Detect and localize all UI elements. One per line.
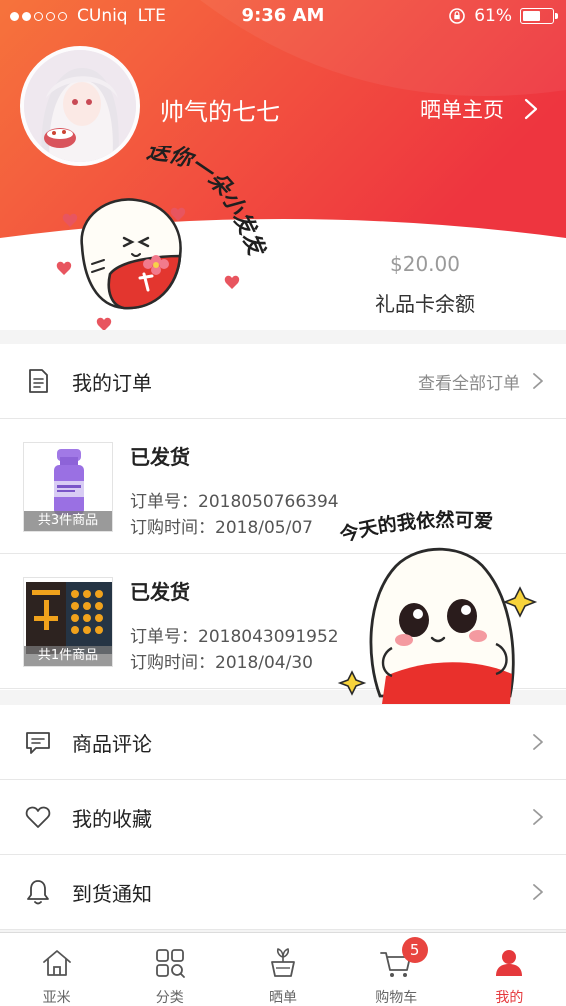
product-reviews-row[interactable]: 商品评论 [0, 705, 566, 780]
gift-sticker: 送你一朵小发发 [56, 146, 270, 330]
rotation-lock-icon [449, 8, 466, 24]
tab-showcase[interactable]: 晒单 [226, 933, 339, 1006]
my-orders-label: 我的订单 [72, 370, 152, 395]
tab-home-label: 亚米 [42, 990, 71, 1006]
my-orders-row[interactable]: 我的订单 查看全部订单 [0, 344, 566, 419]
tab-category-label: 分类 [155, 990, 184, 1006]
orders-section: 我的订单 查看全部订单 共3件商品 已发货 订单号：2018050766394 … [0, 344, 566, 690]
arrival-notice-row[interactable]: 到货通知 [0, 855, 566, 930]
showcase-home-link[interactable]: 晒单主页 [420, 94, 538, 124]
order-status: 已发货 [130, 445, 190, 469]
chevron-right-icon [533, 373, 543, 389]
order-product-thumbnail: 共3件商品 [23, 442, 113, 532]
showcase-icon [271, 948, 295, 977]
order-item-count: 共1件商品 [24, 646, 112, 666]
favorites-label: 我的收藏 [72, 806, 152, 831]
username[interactable]: 帅气的七七 [160, 92, 280, 127]
tab-mine[interactable]: 我的 [453, 933, 566, 1006]
tab-mine-label: 我的 [495, 990, 524, 1006]
chevron-right-icon [524, 98, 538, 120]
bottom-tab-bar: 亚米 分类 晒单 5 购物车 我的 [0, 932, 566, 1006]
chevron-right-icon [533, 884, 543, 900]
order-product-thumbnail: 共1件商品 [23, 577, 113, 667]
tab-cart-label: 购物车 [375, 990, 418, 1006]
arrival-notice-label: 到货通知 [72, 881, 152, 906]
user-icon [496, 950, 523, 976]
gift-card-balance[interactable]: $20.00 礼品卡余额 [330, 252, 520, 317]
order-item[interactable]: 共1件商品 已发货 订单号：2018043091952 订购时间：2018/04… [0, 554, 566, 689]
bell-icon [27, 880, 49, 905]
heart-icon [25, 806, 51, 828]
showcase-home-label: 晒单主页 [420, 98, 504, 122]
order-number: 订单号：2018050766394 [130, 492, 339, 512]
menu-list: 商品评论 我的收藏 到货通知 [0, 705, 566, 930]
tab-showcase-label: 晒单 [269, 990, 297, 1006]
order-item-count: 共3件商品 [24, 511, 112, 531]
tab-category[interactable]: 分类 [113, 933, 226, 1006]
product-reviews-label: 商品评论 [72, 731, 152, 756]
cart-badge: 5 [401, 937, 428, 963]
status-bar: CUniq LTE 9:36 AM 61% [0, 0, 566, 34]
order-date: 订购时间：2018/05/07 [130, 518, 313, 538]
profile-header: CUniq LTE 9:36 AM 61% 帅气的七七 晒单主页 $20.00 … [0, 0, 566, 330]
category-icon [155, 949, 185, 978]
order-list-icon [29, 369, 48, 393]
chevron-right-icon [533, 734, 543, 750]
view-all-orders-link[interactable]: 查看全部订单 [418, 369, 520, 394]
battery-percent: 61% [474, 6, 512, 26]
battery-icon [520, 8, 558, 24]
favorites-row[interactable]: 我的收藏 [0, 780, 566, 855]
home-icon [42, 950, 71, 976]
gift-card-label: 礼品卡余额 [375, 292, 475, 316]
order-item[interactable]: 共3件商品 已发货 订单号：2018050766394 订购时间：2018/05… [0, 419, 566, 554]
tab-home[interactable]: 亚米 [0, 933, 113, 1006]
chevron-right-icon [533, 809, 543, 825]
gift-card-amount: $20.00 [390, 252, 460, 276]
order-date: 订购时间：2018/04/30 [130, 653, 313, 673]
order-number: 订单号：2018043091952 [130, 627, 339, 647]
comment-icon [26, 732, 50, 754]
tab-cart[interactable]: 5 购物车 [340, 933, 453, 1006]
order-status: 已发货 [130, 580, 190, 604]
